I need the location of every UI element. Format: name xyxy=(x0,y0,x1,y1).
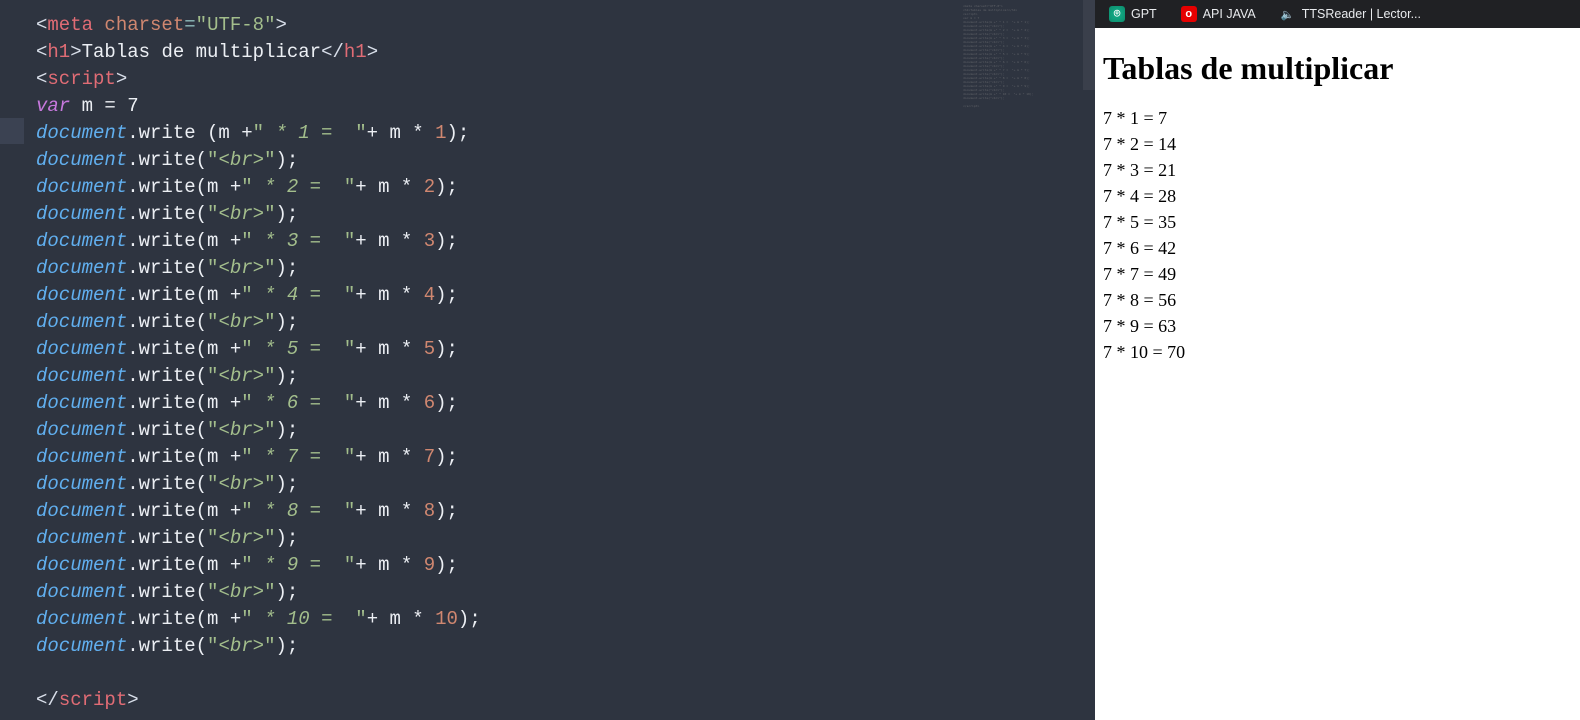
output-line: 7 * 7 = 49 xyxy=(1103,261,1572,287)
code-editor-pane[interactable]: <meta charset="UTF-8"> <h1>Tablas de mul… xyxy=(0,0,1095,720)
output-line: 7 * 1 = 7 xyxy=(1103,105,1572,131)
code-line-write: document.write(m +" * 4 = "+ m * 4); xyxy=(36,282,1095,309)
bookmark-label: API JAVA xyxy=(1203,7,1256,21)
bookmark-label: GPT xyxy=(1131,7,1157,21)
bookmark-icon: ⌾ xyxy=(1109,6,1125,22)
output-line: 7 * 10 = 70 xyxy=(1103,339,1572,365)
code-line-br: document.write("<br>"); xyxy=(36,201,1095,228)
output-line: 7 * 2 = 14 xyxy=(1103,131,1572,157)
code-line-write: document.write(m +" * 3 = "+ m * 3); xyxy=(36,228,1095,255)
code-line-write: document.write(m +" * 5 = "+ m * 5); xyxy=(36,336,1095,363)
code-line-write: document.write (m +" * 1 = "+ m * 1); xyxy=(36,120,1095,147)
output-line: 7 * 4 = 28 xyxy=(1103,183,1572,209)
code-line-write: document.write(m +" * 9 = "+ m * 9); xyxy=(36,552,1095,579)
output-line: 7 * 3 = 21 xyxy=(1103,157,1572,183)
editor-gutter xyxy=(0,0,24,720)
code-line-write: document.write(m +" * 6 = "+ m * 6); xyxy=(36,390,1095,417)
bookmark-icon: 🔈 xyxy=(1280,6,1296,22)
var-declaration: m = 7 xyxy=(82,95,139,117)
code-line-write: document.write(m +" * 10 = "+ m * 10); xyxy=(36,606,1095,633)
bookmark-icon: o xyxy=(1181,6,1197,22)
code-line-br: document.write("<br>"); xyxy=(36,525,1095,552)
code-line-br: document.write("<br>"); xyxy=(36,255,1095,282)
bookmark-item[interactable]: ⌾ GPT xyxy=(1103,4,1163,24)
bookmark-item[interactable]: o API JAVA xyxy=(1175,4,1262,24)
output-line: 7 * 6 = 42 xyxy=(1103,235,1572,261)
output-line: 7 * 9 = 63 xyxy=(1103,313,1572,339)
code-line-br: document.write("<br>"); xyxy=(36,147,1095,174)
code-line-br: document.write("<br>"); xyxy=(36,579,1095,606)
preview-heading: Tablas de multiplicar xyxy=(1103,50,1572,87)
scrollbar-track[interactable] xyxy=(1083,0,1095,720)
h1-text: Tablas de multiplicar xyxy=(82,41,321,63)
code-line-write: document.write(m +" * 8 = "+ m * 8); xyxy=(36,498,1095,525)
gutter-highlight xyxy=(0,118,24,144)
output-line: 7 * 8 = 56 xyxy=(1103,287,1572,313)
scrollbar-thumb[interactable] xyxy=(1083,0,1095,90)
code-line-br: document.write("<br>"); xyxy=(36,363,1095,390)
meta-charset-value: UTF-8 xyxy=(207,14,264,36)
browser-preview-pane: ⌾ GPT o API JAVA 🔈 TTSReader | Lector... Tabl… xyxy=(1095,0,1580,720)
code-line-write: document.write(m +" * 7 = "+ m * 7); xyxy=(36,444,1095,471)
bookmark-item[interactable]: 🔈 TTSReader | Lector... xyxy=(1274,4,1427,24)
code-line-write: document.write(m +" * 2 = "+ m * 2); xyxy=(36,174,1095,201)
code-line-br: document.write("<br>"); xyxy=(36,309,1095,336)
preview-body: Tablas de multiplicar 7 * 1 = 77 * 2 = 1… xyxy=(1095,28,1580,365)
bookmark-label: TTSReader | Lector... xyxy=(1302,7,1421,21)
bookmarks-bar[interactable]: ⌾ GPT o API JAVA 🔈 TTSReader | Lector... xyxy=(1095,0,1580,28)
code-line-br: document.write("<br>"); xyxy=(36,633,1095,660)
code-line-br: document.write("<br>"); xyxy=(36,417,1095,444)
output-line: 7 * 5 = 35 xyxy=(1103,209,1572,235)
code-content[interactable]: <meta charset="UTF-8"> <h1>Tablas de mul… xyxy=(36,12,1095,714)
code-line-br: document.write("<br>"); xyxy=(36,471,1095,498)
